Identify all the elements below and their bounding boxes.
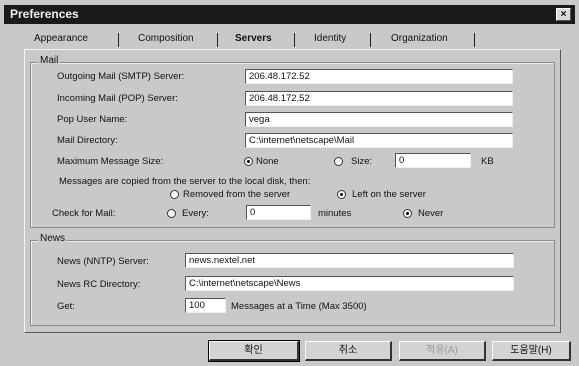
cancel-button[interactable]: 취소 — [305, 341, 392, 361]
mail-directory-input[interactable]: C:\internet\netscape\Mail — [245, 133, 513, 148]
nntp-label: News (NNTP) Server: — [57, 256, 149, 267]
max-size-label: Maximum Message Size: — [57, 156, 164, 167]
news-rc-label: News RC Directory: — [57, 279, 141, 290]
pop-user-input[interactable]: vega — [245, 112, 513, 127]
max-none-radio[interactable] — [244, 157, 253, 166]
tab-composition[interactable]: Composition — [138, 31, 194, 47]
tab-identity[interactable]: Identity — [314, 31, 346, 47]
news-group-label: News — [38, 233, 68, 244]
max-size-radio[interactable] — [334, 157, 343, 166]
removed-from-server-label: Removed from the server — [183, 189, 291, 200]
close-icon[interactable]: × — [556, 8, 571, 21]
check-mail-label: Check for Mail: — [52, 208, 116, 219]
max-none-label: None — [256, 156, 279, 167]
check-never-label: Never — [418, 208, 444, 219]
tab-organization[interactable]: Organization — [391, 31, 448, 47]
check-every-label: Every: — [182, 208, 209, 219]
max-size-input[interactable]: 0 — [395, 153, 471, 168]
check-every-radio[interactable] — [167, 209, 176, 218]
tab-divider — [474, 33, 475, 47]
check-every-input[interactable]: 0 — [246, 205, 311, 220]
tab-divider — [294, 33, 295, 47]
pop-server-input[interactable]: 206.48.172.52 — [245, 91, 513, 106]
mail-group-label: Mail — [38, 55, 61, 66]
max-size-option-label: Size: — [351, 156, 373, 167]
ok-button[interactable]: 확인 — [208, 340, 300, 362]
pop-user-label: Pop User Name: — [57, 114, 128, 125]
check-never-radio[interactable] — [403, 209, 412, 218]
apply-button[interactable]: 적용(A) — [399, 341, 486, 361]
nntp-server-input[interactable]: news.nextel.net — [185, 253, 514, 268]
left-on-server-label: Left on the server — [352, 189, 426, 200]
removed-from-server-radio[interactable] — [170, 190, 179, 199]
tab-divider — [217, 33, 218, 47]
mail-directory-label: Mail Directory: — [57, 135, 118, 146]
get-count-input[interactable]: 100 — [185, 298, 226, 313]
left-on-server-radio[interactable] — [337, 190, 346, 199]
tab-divider — [370, 33, 371, 47]
title-bar: Preferences × — [4, 5, 575, 24]
help-button[interactable]: 도움말(H) — [492, 341, 571, 361]
get-label: Get: — [57, 301, 75, 312]
get-suffix-label: Messages at a Time (Max 3500) — [231, 301, 367, 312]
smtp-label: Outgoing Mail (SMTP) Server: — [57, 71, 185, 82]
max-size-unit: KB — [481, 156, 494, 167]
copied-description: Messages are copied from the server to t… — [59, 176, 311, 187]
tab-divider — [118, 33, 119, 47]
minutes-label: minutes — [318, 208, 352, 219]
pop-label: Incoming Mail (POP) Server: — [57, 93, 178, 104]
tab-servers[interactable]: Servers — [235, 31, 272, 47]
smtp-server-input[interactable]: 206.48.172.52 — [245, 69, 513, 84]
window-title: Preferences — [10, 7, 79, 21]
news-rc-input[interactable]: C:\internet\netscape\News — [185, 276, 514, 291]
tab-appearance[interactable]: Appearance — [34, 31, 88, 47]
